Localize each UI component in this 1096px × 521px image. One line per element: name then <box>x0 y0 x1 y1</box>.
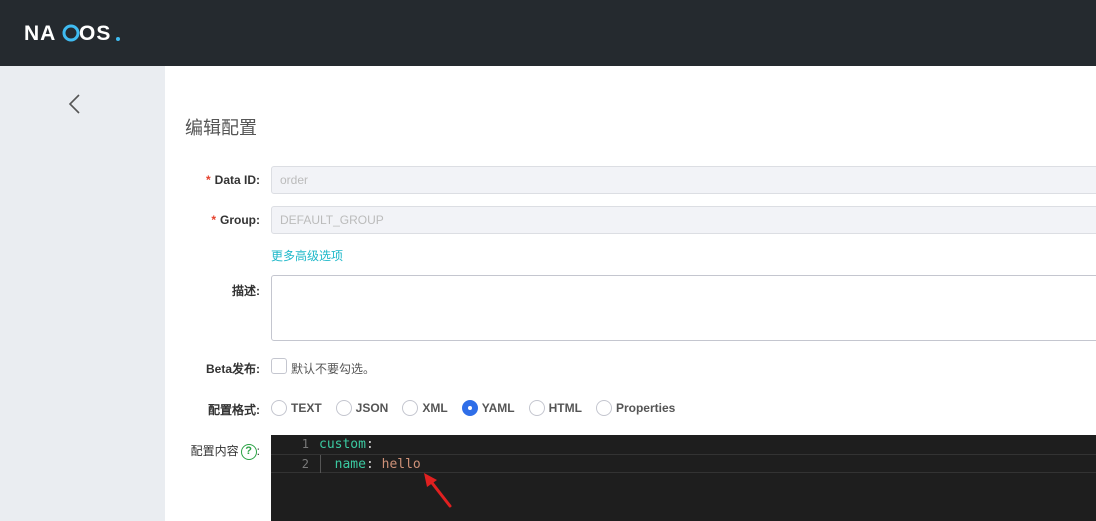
radio-label: TEXT <box>291 401 322 415</box>
radio-dot[interactable] <box>461 400 478 416</box>
group-label-text: Group: <box>220 213 260 227</box>
page-title: 编辑配置 <box>185 118 257 138</box>
radio-dot[interactable] <box>528 400 545 416</box>
data-id-label-text: Data ID: <box>214 173 260 187</box>
indent-guide <box>320 455 321 473</box>
format-radio-group: TEXT JSON XML YAML HTML Properties <box>271 399 689 417</box>
radio-dot[interactable] <box>402 400 419 416</box>
code-line: 1 custom: <box>271 435 1096 454</box>
svg-text:OS: OS <box>79 22 111 45</box>
yaml-separator: : <box>365 437 374 452</box>
beta-checkbox-text: 默认不要勾选。 <box>291 362 376 376</box>
svg-text:NA: NA <box>24 22 56 45</box>
format-radio-yaml[interactable]: YAML <box>461 400 515 416</box>
radio-dot[interactable] <box>335 400 352 416</box>
required-mark: * <box>205 173 211 187</box>
data-id-input[interactable]: order <box>271 166 1096 194</box>
beta-checkbox[interactable] <box>271 358 287 374</box>
format-radio-html[interactable]: HTML <box>528 400 582 416</box>
back-chevron-icon[interactable] <box>64 92 86 116</box>
beta-label: Beta发布: <box>205 362 260 376</box>
red-arrow-annotation-icon <box>424 473 452 508</box>
radio-label: YAML <box>481 401 515 415</box>
radio-dot[interactable] <box>271 400 287 416</box>
top-navbar: NA OS <box>0 0 1096 66</box>
content-label-colon: : <box>256 444 260 458</box>
help-icon[interactable]: ? <box>240 443 257 460</box>
description-label: 描述: <box>232 284 260 298</box>
format-label: 配置格式: <box>208 403 260 417</box>
group-input[interactable]: DEFAULT_GROUP <box>271 206 1096 234</box>
radio-label: XML <box>422 401 448 415</box>
line-number: 1 <box>301 437 309 451</box>
yaml-value: hello <box>381 457 421 472</box>
yaml-key: name <box>319 457 366 472</box>
format-radio-json[interactable]: JSON <box>335 400 389 416</box>
yaml-key: custom <box>319 437 366 452</box>
code-text: name: hello <box>319 455 421 474</box>
format-radio-properties[interactable]: Properties <box>595 400 676 416</box>
radio-dot[interactable] <box>595 400 612 416</box>
format-radio-text[interactable]: TEXT <box>271 400 322 416</box>
radio-label: Properties <box>615 401 676 415</box>
code-line-active: 2 name: hello <box>271 454 1096 473</box>
content-label-text: 配置内容 <box>190 444 239 458</box>
data-id-label: * Data ID: <box>165 173 260 187</box>
format-radio-xml[interactable]: XML <box>402 400 448 416</box>
yaml-separator: : <box>365 457 382 472</box>
radio-label: JSON <box>355 401 389 415</box>
description-textarea[interactable] <box>271 275 1096 341</box>
code-text: custom: <box>319 435 374 454</box>
group-label: * Group: <box>165 213 260 227</box>
main-content: 编辑配置 * Data ID: order * Group: DEFAULT_GRO… <box>165 66 1096 521</box>
line-number: 2 <box>301 457 309 471</box>
code-editor[interactable]: 1 custom: 2 name: hello <box>271 435 1096 521</box>
required-mark: * <box>211 213 216 227</box>
content-label: 配置内容?: <box>165 442 260 460</box>
nacos-logo[interactable]: NA OS <box>24 21 124 45</box>
radio-label: HTML <box>548 401 582 415</box>
advanced-options-link[interactable]: 更多高级选项 <box>271 247 343 264</box>
sidebar <box>0 66 165 521</box>
